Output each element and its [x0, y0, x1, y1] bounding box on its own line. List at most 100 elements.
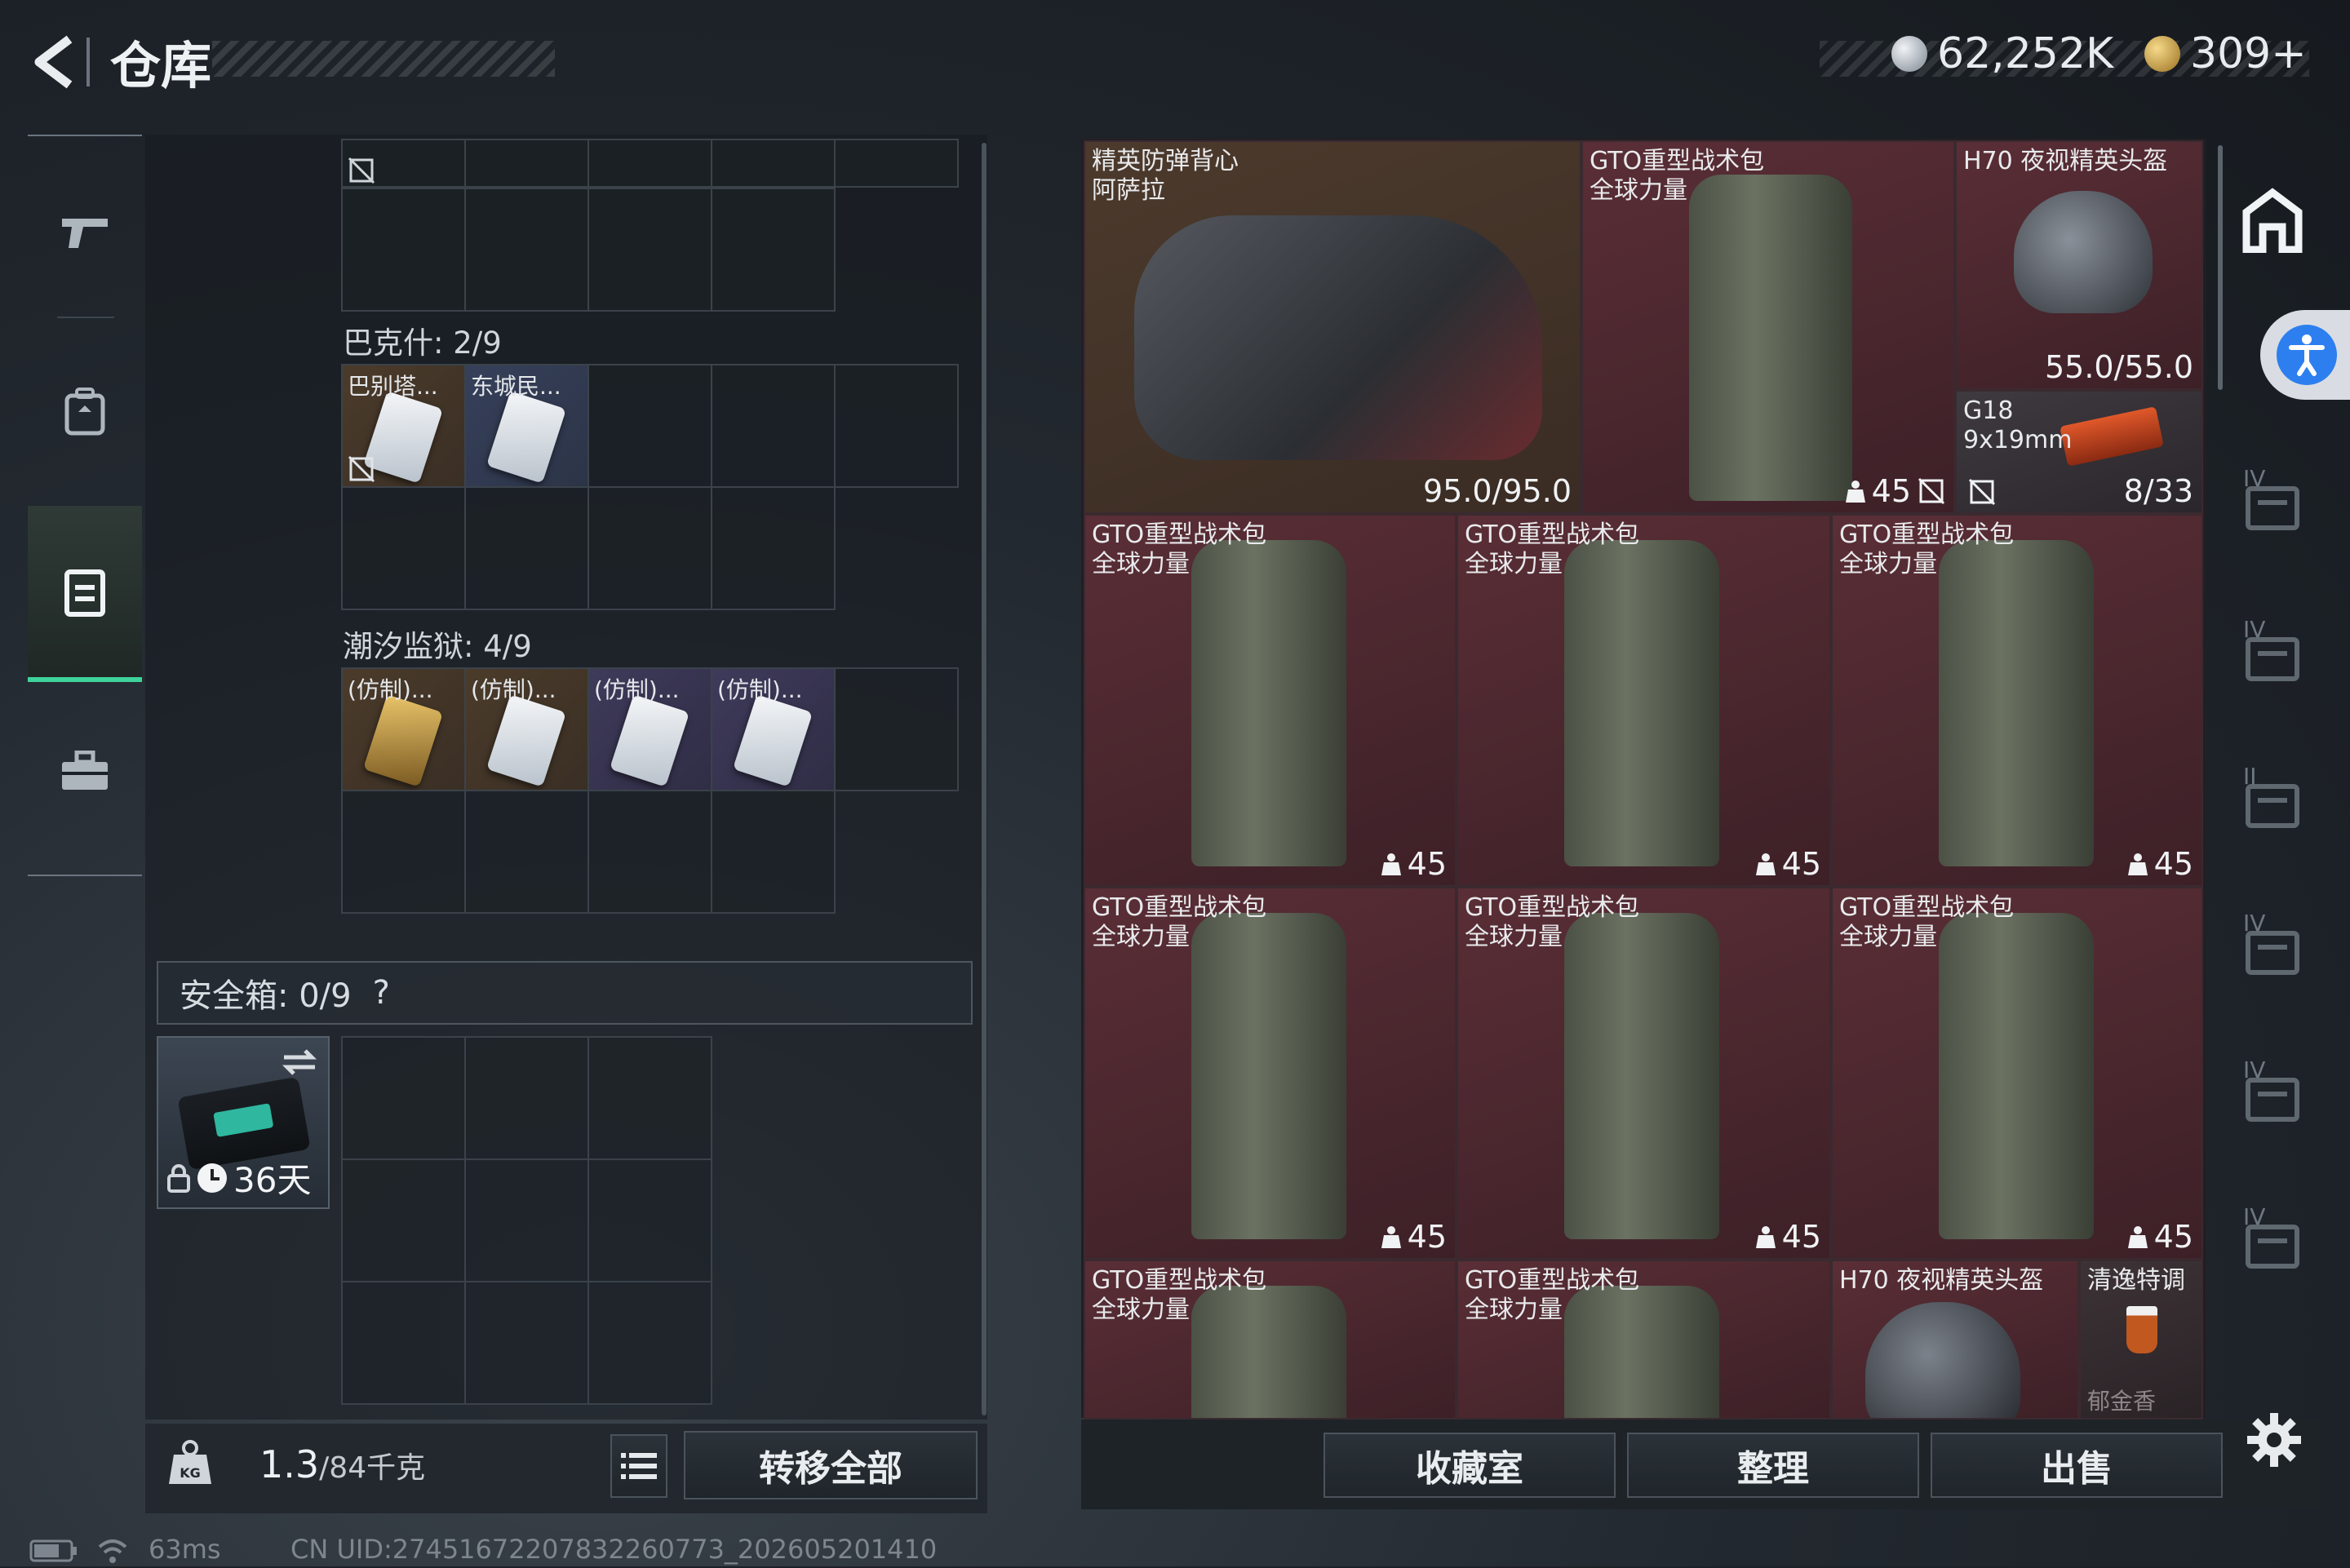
grid-cell[interactable]: (仿制)... [343, 669, 466, 791]
item-backpack[interactable]: GTO重型战术包 全球力量 45 [1831, 887, 2203, 1260]
list-view-button[interactable] [610, 1434, 667, 1498]
item-count: 45 [2153, 846, 2193, 882]
item-vest[interactable]: 精英防弹背心 阿萨拉 95.0/95.0 [1084, 140, 1581, 514]
nav-toolbox[interactable] [28, 685, 142, 857]
item-stats: 45 [1755, 846, 1821, 882]
swap-icon[interactable] [281, 1046, 318, 1079]
stash-tab-5[interactable]: IV [2232, 1048, 2313, 1146]
keycard-item[interactable]: (仿制)... [589, 669, 711, 790]
grid-cell[interactable] [589, 1282, 712, 1405]
grid-cell[interactable] [836, 669, 959, 791]
item-backpack[interactable]: GTO重型战术包 全球力量 45 [1581, 140, 1955, 514]
accessibility-button[interactable] [2260, 310, 2350, 400]
backpack-icon [1939, 540, 2094, 866]
grid-cell[interactable] [466, 1038, 589, 1160]
transfer-all-button[interactable]: 转移全部 [684, 1431, 978, 1499]
item-backpack[interactable]: GTO重型战术包 全球力量 [1084, 1260, 1457, 1420]
tab-tier-label: IV [2243, 1203, 2266, 1230]
grid-cell[interactable] [589, 140, 712, 188]
stash-tab-1[interactable]: IV [2232, 457, 2313, 555]
stash-tab-4[interactable]: IV [2232, 901, 2313, 999]
gold-coin-icon [2144, 36, 2180, 72]
grid-cell[interactable]: (仿制)... [589, 669, 712, 791]
grid-cell[interactable]: 东城民... [466, 365, 589, 488]
grid-cell[interactable] [589, 189, 712, 312]
grid-cell[interactable] [712, 791, 836, 914]
help-icon[interactable]: ? [373, 974, 390, 1012]
safebox-item[interactable]: 36天 [157, 1036, 330, 1209]
grid-cell[interactable] [712, 488, 836, 610]
grid-cell[interactable] [712, 140, 836, 188]
weight-max: /84千克 [319, 1451, 426, 1485]
nav-divider [57, 317, 114, 318]
grid-cell[interactable] [589, 1160, 712, 1282]
grid-cell[interactable] [589, 1038, 712, 1160]
stash-tab-3[interactable]: II [2232, 755, 2313, 853]
stash-scrollbar[interactable] [2218, 145, 2223, 390]
grid-cell[interactable] [466, 488, 589, 610]
grid-cell[interactable] [343, 488, 466, 610]
tab-tier-label: IV [2243, 465, 2266, 492]
item-backpack[interactable]: GTO重型战术包 全球力量 45 [1084, 887, 1457, 1260]
currency-gold[interactable]: 309+ [2144, 29, 2307, 78]
item-durability: 55.0/55.0 [2044, 349, 2193, 385]
keycard-item[interactable]: (仿制)... [343, 669, 464, 790]
stash-tab-home[interactable] [2232, 171, 2313, 269]
back-icon[interactable] [24, 29, 90, 95]
item-stats: 45 [1845, 473, 1945, 509]
keycard-item[interactable]: 巴别塔... [343, 365, 464, 486]
tab-tier-label: IV [2243, 1056, 2266, 1083]
item-backpack[interactable]: GTO重型战术包 全球力量 45 [1457, 514, 1831, 887]
item-backpack[interactable]: GTO重型战术包 全球力量 45 [1457, 887, 1831, 1260]
grid-cell[interactable] [836, 365, 959, 488]
grid-cell[interactable]: 巴别塔... [343, 365, 466, 488]
item-pistol[interactable]: G18 9x19mm 8/33 [1955, 390, 2203, 514]
container-scrollbar[interactable] [982, 143, 987, 1415]
keycard-item[interactable]: (仿制)... [466, 669, 588, 790]
grid-cell[interactable]: (仿制)... [466, 669, 589, 791]
container-grid-row2 [341, 488, 836, 610]
list-icon [621, 1453, 657, 1479]
backpack-icon [1564, 540, 1719, 866]
grid-cell[interactable] [466, 140, 589, 188]
item-name: GTO重型战术包 全球力量 [1092, 1266, 1267, 1324]
item-helmet[interactable]: H70 夜视精英头盔 [1831, 1260, 2079, 1420]
item-name: GTO重型战术包 全球力量 [1092, 893, 1267, 951]
grid-cell[interactable] [343, 1160, 466, 1282]
item-backpack[interactable]: GTO重型战术包 全球力量 [1457, 1260, 1831, 1420]
collection-button[interactable]: 收藏室 [1324, 1433, 1616, 1498]
grid-cell[interactable] [466, 1282, 589, 1405]
grid-cell[interactable] [466, 791, 589, 914]
weight-readout: 1.3/84千克 [259, 1442, 425, 1486]
grid-cell[interactable] [466, 189, 589, 312]
sell-button[interactable]: 出售 [1931, 1433, 2223, 1498]
grid-cell[interactable] [836, 140, 959, 188]
grid-cell[interactable] [466, 1160, 589, 1282]
keycard-item[interactable]: 东城民... [466, 365, 588, 486]
grid-cell[interactable] [343, 1038, 466, 1160]
nav-weapon[interactable] [28, 147, 142, 318]
grid-cell[interactable] [343, 140, 466, 188]
grid-cell[interactable] [343, 189, 466, 312]
grid-cell[interactable] [343, 791, 466, 914]
stash-tab-2[interactable]: IV [2232, 608, 2313, 706]
item-name: GTO重型战术包 全球力量 [1465, 893, 1640, 951]
grid-cell[interactable]: (仿制)... [712, 669, 836, 791]
item-backpack[interactable]: GTO重型战术包 全球力量 45 [1084, 514, 1457, 887]
grid-cell[interactable] [589, 488, 712, 610]
grid-cell[interactable] [589, 365, 712, 488]
nav-backpack[interactable] [28, 326, 142, 498]
grid-cell[interactable] [712, 365, 836, 488]
sort-button[interactable]: 整理 [1627, 1433, 1919, 1498]
keycard-item[interactable]: (仿制)... [712, 669, 834, 790]
grid-cell[interactable] [589, 791, 712, 914]
item-stats: 45 [1381, 1219, 1447, 1255]
grid-cell[interactable] [343, 1282, 466, 1405]
item-drink[interactable]: 清逸特调 郁金香 [2079, 1260, 2203, 1420]
nav-chest-rig[interactable] [28, 506, 142, 682]
item-helmet[interactable]: H70 夜视精英头盔 55.0/55.0 [1955, 140, 2203, 390]
item-backpack[interactable]: GTO重型战术包 全球力量 45 [1831, 514, 2203, 887]
grid-cell[interactable] [712, 189, 836, 312]
stash-tab-6[interactable]: IV [2232, 1195, 2313, 1293]
settings-gear-icon[interactable] [2246, 1411, 2309, 1475]
